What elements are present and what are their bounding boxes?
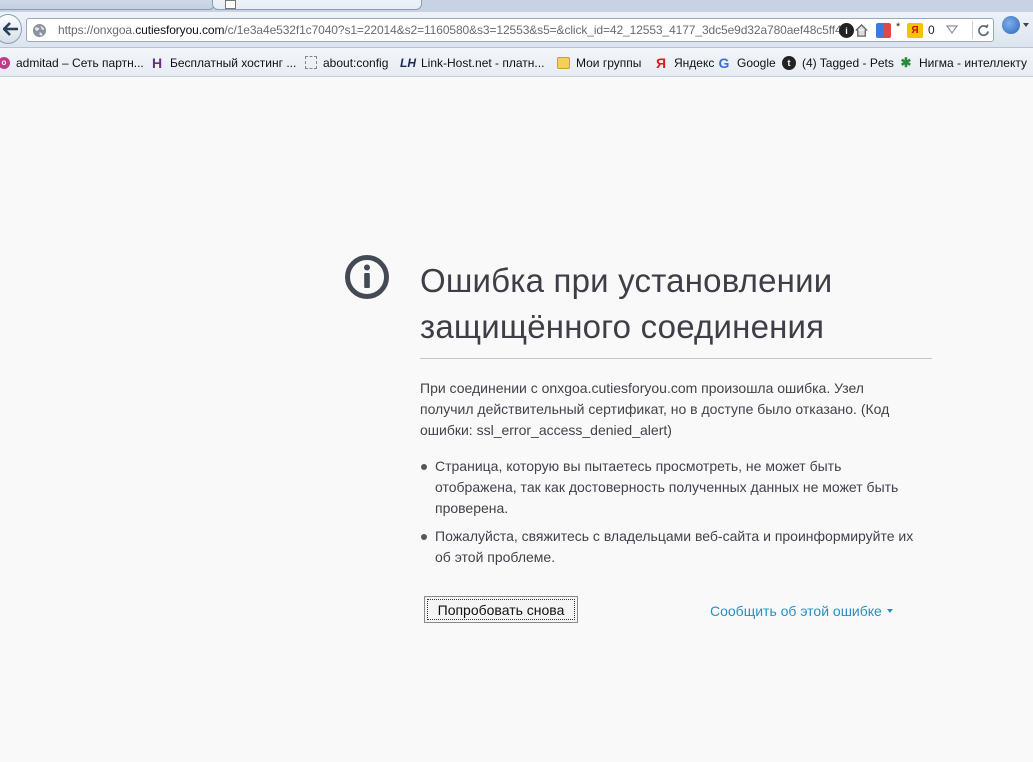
chevron-down-icon <box>886 609 893 613</box>
reload-button[interactable] <box>972 21 994 39</box>
bookmark-admitad[interactable]: o admitad – Сеть партн... <box>0 54 144 71</box>
bookmark-label: admitad – Сеть партн... <box>16 55 144 70</box>
bookmark-about-config[interactable]: about:config <box>305 54 388 71</box>
globe-icon <box>32 23 47 38</box>
url-text[interactable]: https://onxgoa.cutiesforyou.com/c/1e3a4e… <box>58 23 858 37</box>
reload-icon <box>978 23 989 36</box>
search-dropdown-icon[interactable] <box>1023 23 1029 27</box>
info-icon <box>345 255 389 299</box>
bookmark-linkhost[interactable]: LH Link-Host.net - платн... <box>400 54 545 71</box>
tab-strip <box>0 0 1033 12</box>
error-page: Ошибка при установлении защищённого соед… <box>0 78 1033 762</box>
info-addon-icon[interactable]: i <box>839 23 854 38</box>
url-prefix: https://onxgoa. <box>58 23 136 37</box>
yandex-icon: Я <box>655 54 667 71</box>
back-button[interactable] <box>0 14 22 44</box>
report-error-label: Сообщить об этой ошибке <box>710 603 882 619</box>
search-engine-icon[interactable] <box>1002 16 1020 34</box>
yandex-count: 0 <box>928 23 935 37</box>
bookmark-label: Бесплатный хостинг ... <box>170 55 297 70</box>
error-details-list: Страница, которую вы пытаетесь просмотре… <box>420 456 920 575</box>
list-item: Страница, которую вы пытаетесь просмотре… <box>420 456 920 519</box>
bookmark-google[interactable]: G Google <box>717 54 776 71</box>
navigation-toolbar: https://onxgoa.cutiesforyou.com/c/1e3a4e… <box>0 12 1033 48</box>
url-path: /c/1e3a4e532f1c7040?s1=22014&s2=1160580&… <box>224 23 849 37</box>
bookmark-label: about:config <box>323 55 389 70</box>
bookmark-label: Яндекс <box>674 55 715 70</box>
bookmark-label: (4) Tagged - Pets <box>802 55 894 70</box>
bookmark-tagged[interactable]: t (4) Tagged - Pets <box>782 54 894 71</box>
nigma-icon: ✱ <box>900 54 912 70</box>
bookmark-yandex[interactable]: Я Яндекс <box>654 54 714 71</box>
title-divider <box>420 358 932 359</box>
blank-page-icon <box>305 56 317 69</box>
list-item: Пожалуйста, свяжитесь с владельцами веб-… <box>420 526 920 568</box>
error-description: При соединении с onxgoa.cutiesforyou.com… <box>420 380 890 438</box>
bookmark-label: Мои группы <box>576 55 642 70</box>
report-error-link[interactable]: Сообщить об этой ошибке <box>710 603 893 619</box>
history-dropdown-icon[interactable] <box>946 25 958 35</box>
url-host: cutiesforyou.com <box>135 23 225 37</box>
tab-current[interactable] <box>212 0 422 10</box>
url-bar[interactable]: https://onxgoa.cutiesforyou.com/c/1e3a4e… <box>26 18 994 42</box>
page-icon <box>225 0 236 9</box>
yandex-badge-icon[interactable]: Я <box>907 23 923 38</box>
back-arrow-icon <box>2 22 18 36</box>
bookmark-label: Google <box>737 55 776 70</box>
admitad-icon: o <box>0 56 10 69</box>
pagerank-star: * <box>896 21 901 33</box>
try-again-button[interactable]: Попробовать снова <box>424 596 578 623</box>
folder-icon <box>557 56 570 69</box>
google-icon: G <box>718 54 730 71</box>
bookmark-label: Нигма - интеллекту <box>919 55 1027 70</box>
pagerank-icon[interactable] <box>876 23 891 38</box>
error-title: Ошибка при установлении защищённого соед… <box>420 262 833 345</box>
bookmark-hosting[interactable]: H Бесплатный хостинг ... <box>150 54 296 71</box>
hosting-icon: H <box>151 54 163 71</box>
linkhost-icon: LH <box>400 55 416 70</box>
tagged-icon: t <box>782 55 796 70</box>
tab-previous[interactable] <box>0 0 215 10</box>
bookmarks-bar: o admitad – Сеть партн... H Бесплатный х… <box>0 48 1033 77</box>
bookmark-my-groups[interactable]: Мои группы <box>557 54 641 71</box>
bookmark-label: Link-Host.net - платн... <box>421 55 545 70</box>
bookmark-nigma[interactable]: ✱ Нигма - интеллекту <box>899 54 1027 71</box>
home-addon-icon[interactable] <box>854 23 869 38</box>
